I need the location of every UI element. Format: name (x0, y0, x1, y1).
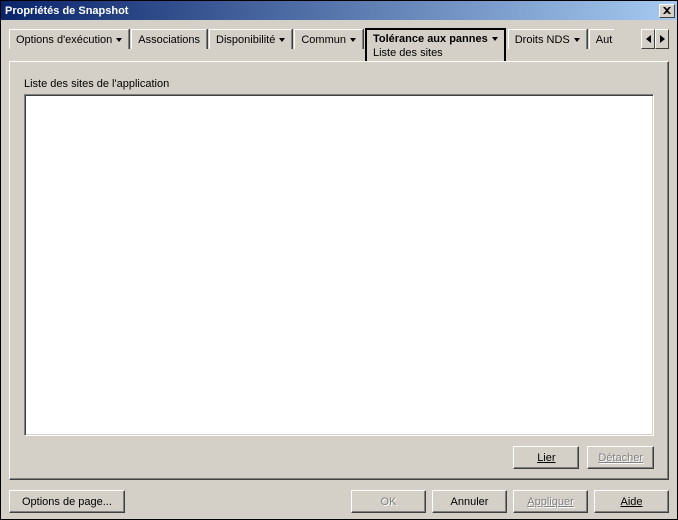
link-button-label: Lier (537, 452, 555, 464)
tab-label: Associations (138, 34, 200, 46)
close-button[interactable] (659, 4, 675, 18)
tab-label: Commun (301, 34, 346, 46)
detach-button-label: Détacher (598, 452, 643, 464)
dialog-body: Options d'exécution Associations Disponi… (1, 20, 677, 486)
chevron-down-icon (279, 38, 285, 42)
tab-options-execution[interactable]: Options d'exécution (9, 29, 129, 49)
tab-label: Aut (596, 34, 613, 46)
tab-aut[interactable]: Aut (589, 29, 615, 49)
tab-commun[interactable]: Commun (294, 29, 363, 49)
page-options-label: Options de page... (22, 496, 112, 508)
tab-strip: Options d'exécution Associations Disponi… (9, 28, 669, 62)
sites-listbox[interactable] (24, 94, 654, 436)
chevron-down-icon (574, 38, 580, 42)
close-icon (663, 7, 671, 14)
cancel-button[interactable]: Annuler (432, 490, 507, 513)
chevron-down-icon (492, 37, 498, 41)
link-button[interactable]: Lier (513, 446, 579, 469)
tab-label: Droits NDS (515, 34, 570, 46)
page-options-button[interactable]: Options de page... (9, 490, 125, 513)
arrow-right-icon (660, 35, 665, 43)
tab-tolerance-pannes[interactable]: Tolérance aux pannes Liste des sites (365, 28, 506, 62)
tab-scroll-left[interactable] (641, 29, 655, 49)
tab-subtab-label: Liste des sites (373, 47, 443, 59)
tab-scroll-buttons (641, 28, 669, 48)
arrow-left-icon (646, 35, 651, 43)
apply-button[interactable]: Appliquer (513, 490, 588, 513)
ok-label: OK (381, 496, 397, 508)
tab-label: Options d'exécution (16, 34, 112, 46)
help-label: Aide (620, 496, 642, 508)
dialog-footer: Options de page... OK Annuler Appliquer … (1, 486, 677, 519)
ok-button[interactable]: OK (351, 490, 426, 513)
cancel-label: Annuler (451, 496, 489, 508)
titlebar: Propriétés de Snapshot (1, 1, 677, 20)
help-button[interactable]: Aide (594, 490, 669, 513)
tab-panel: Liste des sites de l'application Lier Dé… (9, 61, 669, 480)
apply-label: Appliquer (527, 496, 573, 508)
tab-disponibilite[interactable]: Disponibilité (209, 29, 292, 49)
window-title: Propriétés de Snapshot (5, 5, 657, 17)
sites-list-label: Liste des sites de l'application (24, 78, 654, 90)
tab-label: Disponibilité (216, 34, 275, 46)
chevron-down-icon (116, 38, 122, 42)
chevron-down-icon (350, 38, 356, 42)
window: Propriétés de Snapshot Options d'exécuti… (0, 0, 678, 520)
tab-associations[interactable]: Associations (131, 29, 207, 49)
tab-droits-nds[interactable]: Droits NDS (508, 29, 587, 49)
detach-button[interactable]: Détacher (587, 446, 654, 469)
panel-button-row: Lier Détacher (24, 446, 654, 469)
tab-scroll-right[interactable] (655, 29, 669, 49)
tab-label: Tolérance aux pannes (373, 33, 488, 45)
